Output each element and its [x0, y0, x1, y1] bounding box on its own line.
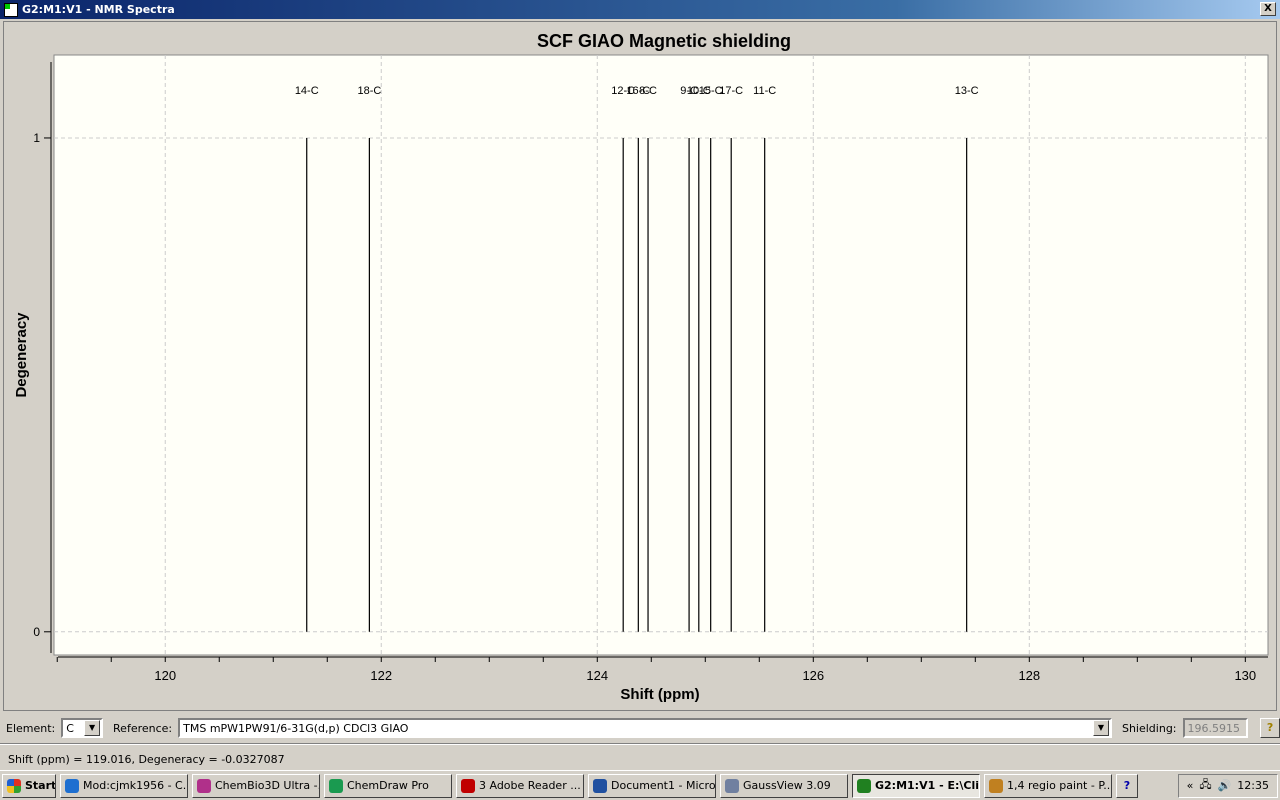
app-icon [725, 778, 739, 793]
app-icon [197, 778, 211, 793]
taskbar-item-label: G2:M1:V1 - E:\Cli... [875, 779, 980, 792]
taskbar-item-label: GaussView 3.09 [743, 779, 831, 792]
chevron-down-icon[interactable]: ▼ [1092, 720, 1109, 736]
reference-combo[interactable]: TMS mPW1PW91/6-31G(d,p) CDCl3 GIAO ▼ [178, 718, 1112, 738]
x-tick-label: 122 [370, 668, 392, 683]
taskbar-item[interactable]: ChemDraw Pro [324, 773, 452, 798]
taskbar-item[interactable]: 1,4 regio paint - P... [984, 773, 1112, 798]
x-axis-label: Shift (ppm) [620, 686, 699, 703]
taskbar-item[interactable]: 3 Adobe Reader ... [456, 773, 584, 798]
taskbar: Start Mod:cjmk1956 - C... ChemBio3D Ultra… [0, 770, 1280, 800]
peak-label: 17-C [719, 85, 743, 97]
chevron-down-icon[interactable]: ▼ [84, 720, 101, 736]
help-button[interactable]: ? [1260, 718, 1280, 738]
windows-logo-icon [7, 778, 21, 793]
y-axis-label: Degeneracy [13, 312, 30, 398]
app-icon [593, 778, 607, 793]
reference-label: Reference: [113, 721, 173, 735]
volume-icon[interactable]: 🔊 [1218, 779, 1232, 792]
element-label: Element: [6, 721, 56, 735]
peak-label: 18-C [357, 85, 381, 97]
plot-area [53, 54, 1269, 656]
element-value: C [66, 721, 74, 735]
reference-value: TMS mPW1PW91/6-31G(d,p) CDCl3 GIAO [183, 721, 409, 735]
taskbar-item[interactable]: ChemBio3D Ultra -... [192, 773, 320, 798]
shielding-field: 196.5915 [1182, 718, 1249, 738]
app-icon [65, 778, 79, 793]
y-tick-label: 0 [33, 625, 40, 639]
status-text: Shift (ppm) = 119.016, Degeneracy = -0.0… [8, 753, 285, 766]
element-select[interactable]: C ▼ [61, 718, 104, 738]
taskbar-item[interactable]: Document1 - Micro... [588, 773, 716, 798]
taskbar-item[interactable]: G2:M1:V1 - E:\Cli... [852, 773, 980, 798]
start-button[interactable]: Start [2, 773, 56, 798]
clock: 12:35 [1237, 779, 1269, 792]
help-tray-icon[interactable]: ? [1116, 773, 1138, 798]
start-label: Start [25, 779, 56, 792]
app-icon [857, 778, 871, 793]
shielding-value: 196.5915 [1187, 721, 1241, 735]
taskbar-item-label: ChemDraw Pro [347, 779, 429, 792]
peak-label: 14-C [295, 85, 319, 97]
peak-label: 13-C [955, 85, 979, 97]
controls-row: Element: C ▼ Reference: TMS mPW1PW91/6-3… [0, 717, 1280, 739]
system-tray: « 🖧 🔊 12:35 [1177, 773, 1278, 798]
taskbar-item[interactable]: Mod:cjmk1956 - C... [60, 773, 188, 798]
taskbar-item-label: Document1 - Micro... [611, 779, 716, 792]
network-icon[interactable]: 🖧 [1199, 776, 1211, 795]
taskbar-item-label: 3 Adobe Reader ... [479, 779, 581, 792]
show-hidden-icons-icon[interactable]: « [1187, 779, 1194, 792]
app-icon [461, 778, 475, 793]
chart-title: SCF GIAO Magnetic shielding [537, 31, 791, 51]
taskbar-item-label: Mod:cjmk1956 - C... [83, 779, 188, 792]
taskbar-item-label: 1,4 regio paint - P... [1007, 779, 1112, 792]
app-icon [329, 778, 343, 793]
taskbar-item-label: ChemBio3D Ultra -... [215, 779, 320, 792]
peak-label: 11-C [753, 85, 776, 97]
x-tick-label: 130 [1234, 668, 1256, 683]
x-tick-label: 128 [1018, 668, 1040, 683]
nmr-chart[interactable]: SCF GIAO Magnetic shielding Degeneracy Shi… [0, 0, 1280, 712]
taskbar-item[interactable]: GaussView 3.09 [720, 773, 848, 798]
x-tick-label: 126 [802, 668, 824, 683]
peak-label: 8-C [639, 85, 657, 97]
x-tick-label: 124 [586, 668, 608, 683]
shielding-label: Shielding: [1121, 721, 1177, 735]
divider [0, 743, 1280, 745]
y-tick-label: 1 [33, 131, 40, 145]
x-tick-label: 120 [154, 668, 176, 683]
app-icon [989, 778, 1003, 793]
